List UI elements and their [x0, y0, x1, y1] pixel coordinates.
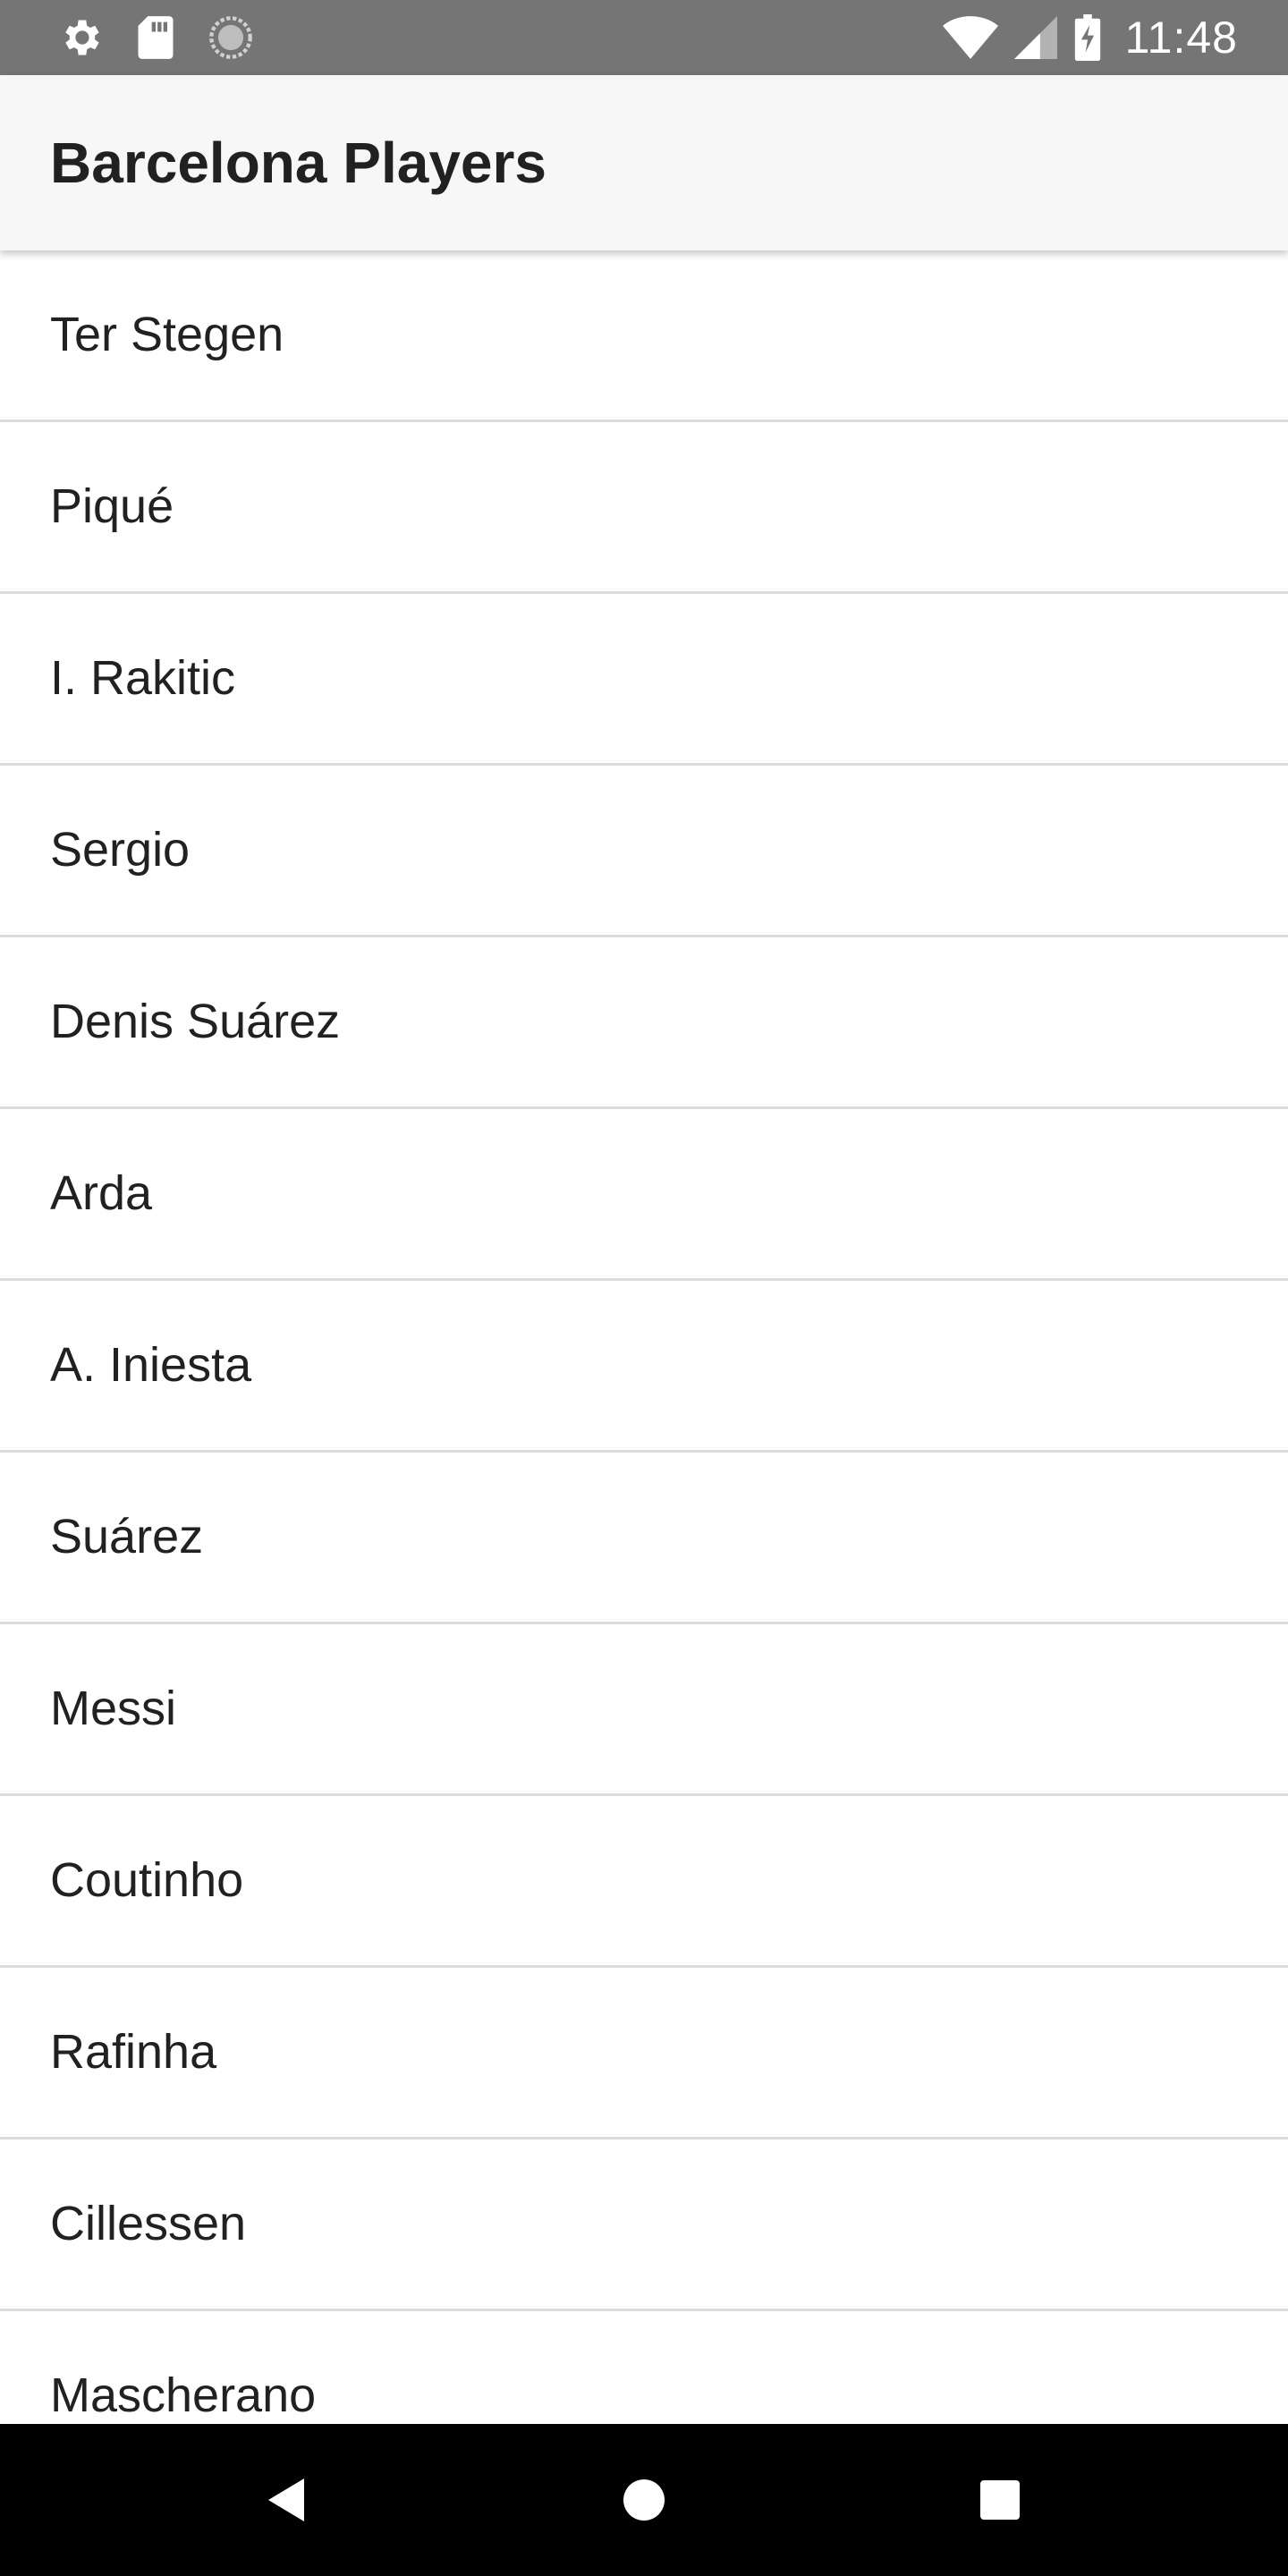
list-item-player[interactable]: Rafinha — [0, 1968, 1288, 2140]
settings-icon — [57, 14, 104, 61]
list-item-player[interactable]: Messi — [0, 1624, 1288, 1796]
player-name: Suárez — [50, 1510, 204, 1563]
player-name: Cillessen — [50, 2197, 247, 2250]
player-name: Denis Suárez — [50, 995, 341, 1048]
sync-icon — [208, 14, 254, 61]
player-name: Mascherano — [50, 2368, 317, 2422]
list-item-player[interactable]: Piqué — [0, 422, 1288, 594]
player-name: Coutinho — [50, 1853, 244, 1907]
list-item-player[interactable]: Coutinho — [0, 1796, 1288, 1968]
status-bar: 11:48 — [0, 0, 1288, 75]
player-name: Sergio — [50, 823, 191, 877]
player-name: Messi — [50, 1682, 177, 1735]
status-right-icons: 11:48 — [942, 0, 1238, 75]
list-item-player[interactable]: Cillessen — [0, 2140, 1288, 2311]
player-list[interactable]: Ter Stegen Piqué I. Rakitic Sergio Denis… — [0, 250, 1288, 2424]
back-icon — [268, 2479, 304, 2521]
navigation-bar — [0, 2424, 1288, 2576]
back-button[interactable] — [215, 2424, 358, 2576]
status-left-icons — [57, 0, 254, 75]
sd-card-icon — [136, 14, 175, 61]
recents-icon — [980, 2480, 1020, 2520]
home-button[interactable] — [572, 2424, 716, 2576]
player-name: Piqué — [50, 479, 174, 533]
battery-charging-icon — [1073, 14, 1102, 61]
signal-icon — [1013, 16, 1057, 59]
list-item-player[interactable]: Arda — [0, 1109, 1288, 1281]
list-item-player[interactable]: Suárez — [0, 1453, 1288, 1624]
list-item-player[interactable]: I. Rakitic — [0, 594, 1288, 766]
list-item-player[interactable]: A. Iniesta — [0, 1281, 1288, 1453]
player-name: Arda — [50, 1166, 153, 1220]
player-name: Rafinha — [50, 2025, 217, 2079]
player-name: A. Iniesta — [50, 1338, 252, 1392]
wifi-icon — [942, 16, 998, 59]
player-name: Ter Stegen — [50, 308, 284, 361]
status-time: 11:48 — [1124, 13, 1238, 63]
list-item-player[interactable]: Denis Suárez — [0, 937, 1288, 1109]
home-icon — [623, 2479, 665, 2521]
recents-button[interactable] — [928, 2424, 1072, 2576]
list-item-player[interactable]: Sergio — [0, 766, 1288, 937]
page-title: Barcelona Players — [50, 131, 547, 195]
player-name: I. Rakitic — [50, 651, 236, 705]
app-bar: Barcelona Players — [0, 75, 1288, 250]
list-item-player[interactable]: Mascherano — [0, 2311, 1288, 2424]
list-item-player[interactable]: Ter Stegen — [0, 250, 1288, 422]
